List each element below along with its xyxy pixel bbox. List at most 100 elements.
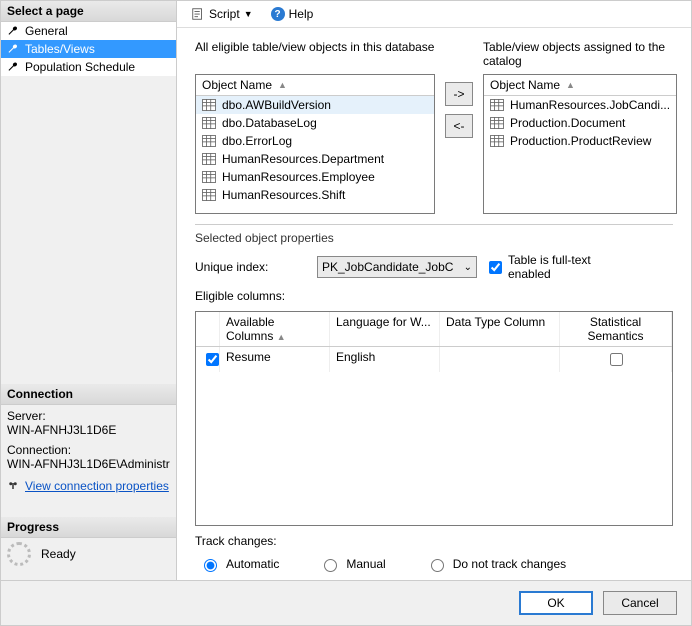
toolbar: Script ▼ ? Help [177,1,691,28]
grid-body: ResumeEnglish [196,347,672,525]
move-right-button[interactable]: -> [445,82,473,106]
page-list: General Tables/Views Population Schedule [1,22,176,76]
server-value: WIN-AFNHJ3L1D6E [7,423,170,437]
list-item[interactable]: dbo.ErrorLog [196,132,434,150]
cancel-button[interactable]: Cancel [603,591,677,615]
help-label: Help [289,7,314,21]
track-auto-label: Automatic [226,557,279,571]
grid-row[interactable]: ResumeEnglish [196,347,672,372]
table-icon [490,117,504,129]
sidebar-item-general[interactable]: General [1,22,176,40]
progress-block: Ready [1,538,176,570]
fulltext-enabled-label: Table is full-text enabled [508,253,599,281]
table-icon [202,189,216,201]
connection-block: Server: WIN-AFNHJ3L1D6E Connection: WIN-… [1,405,176,497]
track-none-option[interactable]: Do not track changes [426,556,566,572]
script-button[interactable]: Script ▼ [187,5,257,23]
row-name: Resume [220,347,330,372]
list-item[interactable]: Production.ProductReview [484,132,676,150]
object-name-header: Object Name [490,78,560,92]
sidebar-item-label: General [25,24,68,38]
col-available[interactable]: Available Columns [226,315,274,343]
dialog-main: Select a page GeneralTables/ViewsPopulat… [1,1,691,580]
sort-asc-icon: ▲ [278,80,287,90]
row-semantics-checkbox[interactable] [610,353,623,366]
view-connection-properties-link[interactable]: View connection properties [25,479,169,493]
progress-spinner-icon [7,542,31,566]
eligible-header[interactable]: Object Name ▲ [196,75,434,96]
wrench-icon [7,25,19,37]
sidebar-item-population-schedule[interactable]: Population Schedule [1,58,176,76]
connection-value: WIN-AFNHJ3L1D6E\Administrator [7,457,170,471]
row-language[interactable]: English [330,347,440,372]
sort-asc-icon: ▲ [277,332,286,342]
eligible-label: All eligible table/view objects in this … [195,40,435,70]
object-name-header: Object Name [202,78,272,92]
sort-asc-icon: ▲ [566,80,575,90]
object-name: HumanResources.Employee [222,170,375,184]
object-name: HumanResources.Shift [222,188,345,202]
object-name: HumanResources.JobCandi... [510,98,670,112]
ok-button[interactable]: OK [519,591,593,615]
col-semantics[interactable]: Statistical Semantics [560,312,672,346]
eligible-body: dbo.AWBuildVersion dbo.DatabaseLog dbo.Err… [196,96,434,213]
object-name: Production.ProductReview [510,134,651,148]
selected-object-properties: Selected object properties Unique index:… [195,224,673,572]
server-label: Server: [7,409,170,423]
object-name: HumanResources.Department [222,152,384,166]
col-datatype[interactable]: Data Type Column [440,312,560,346]
list-item[interactable]: HumanResources.Department [196,150,434,168]
row-include-checkbox[interactable] [206,353,219,366]
table-icon [490,99,504,111]
unique-index-combo[interactable]: PK_JobCandidate_JobC ⌄ [317,256,477,278]
track-auto-radio[interactable] [204,559,217,572]
list-item[interactable]: HumanResources.JobCandi... [484,96,676,114]
move-left-button[interactable]: <- [445,114,473,138]
eligible-columns-grid[interactable]: Available Columns ▲ Language for W... Da… [195,311,673,526]
object-name: dbo.DatabaseLog [222,116,317,130]
table-icon [490,135,504,147]
fulltext-enabled-input[interactable] [489,261,502,274]
list-item[interactable]: HumanResources.Employee [196,168,434,186]
assigned-label: Table/view objects assigned to the catal… [483,40,677,70]
eligible-column: All eligible table/view objects in this … [195,40,435,214]
col-language[interactable]: Language for W... [330,312,440,346]
unique-index-label: Unique index: [195,260,305,274]
eligible-columns-label: Eligible columns: [195,289,673,303]
object-name: dbo.AWBuildVersion [222,98,331,112]
sidebar-item-tables-views[interactable]: Tables/Views [1,40,176,58]
sidebar: Select a page GeneralTables/ViewsPopulat… [1,1,177,580]
track-manual-option[interactable]: Manual [319,556,385,572]
script-icon [191,7,205,21]
track-none-radio[interactable] [431,559,444,572]
track-changes-group: Automatic Manual Do not track changes [195,556,673,572]
list-item[interactable]: HumanResources.Shift [196,186,434,204]
list-item[interactable]: Production.Document [484,114,676,132]
table-icon [202,117,216,129]
assigned-body: HumanResources.JobCandi... Production.Doc… [484,96,676,213]
connection-title: Connection [1,384,176,405]
list-item[interactable]: dbo.AWBuildVersion [196,96,434,114]
fulltext-enabled-checkbox[interactable]: Table is full-text enabled [489,253,599,281]
track-manual-label: Manual [346,557,385,571]
row-datatype[interactable] [440,347,560,372]
table-icon [202,153,216,165]
lists-row: All eligible table/view objects in this … [195,40,673,214]
props-title: Selected object properties [195,231,673,245]
track-changes-label: Track changes: [195,534,673,548]
connection-label: Connection: [7,443,170,457]
table-icon [202,99,216,111]
assigned-list[interactable]: Object Name ▲ HumanResources.JobCandi...… [483,74,677,214]
track-manual-radio[interactable] [324,559,337,572]
wrench-icon [7,43,19,55]
dialog-root: Select a page GeneralTables/ViewsPopulat… [0,0,692,626]
wrench-icon [7,61,19,73]
sidebar-item-label: Population Schedule [25,60,135,74]
assigned-column: Table/view objects assigned to the catal… [483,40,677,214]
list-item[interactable]: dbo.DatabaseLog [196,114,434,132]
track-auto-option[interactable]: Automatic [199,556,279,572]
help-button[interactable]: ? Help [267,5,318,23]
assigned-header[interactable]: Object Name ▲ [484,75,676,96]
eligible-list[interactable]: Object Name ▲ dbo.AWBuildVersion dbo.Data… [195,74,435,214]
chevron-down-icon: ⌄ [464,262,472,273]
